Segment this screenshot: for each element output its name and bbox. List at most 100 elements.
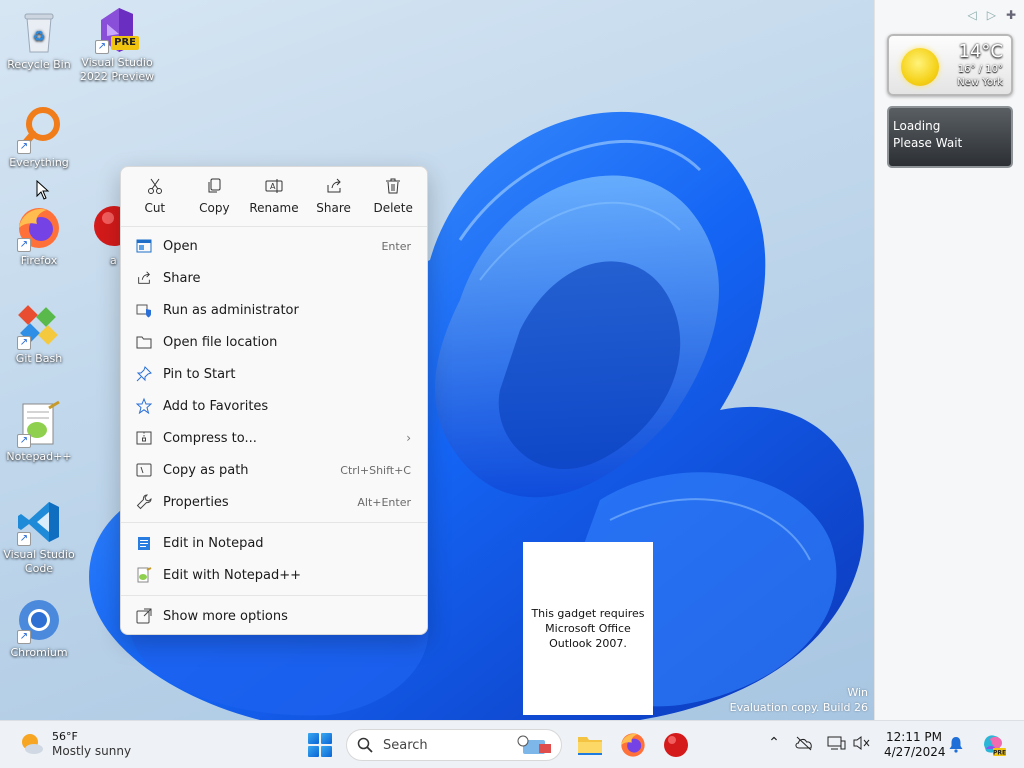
scissors-icon <box>125 177 185 197</box>
desktop-icon-notepad-plus-plus[interactable]: ↗ Notepad++ <box>0 400 78 464</box>
taskbar-file-explorer[interactable] <box>576 731 604 759</box>
menu-item-show-more-options[interactable]: Show more options <box>121 600 427 632</box>
menu-item-edit-with-notepad-plus-plus[interactable]: Edit with Notepad++ <box>121 559 427 591</box>
svg-text:A: A <box>270 182 276 191</box>
folder-icon <box>578 737 602 755</box>
taskbar-clock[interactable]: 12:11 PM 4/27/2024 <box>884 730 946 760</box>
mouse-pointer-icon <box>36 180 50 200</box>
clock-time: 12:11 PM <box>886 730 942 744</box>
notepad-plus-plus-icon <box>135 566 153 584</box>
onedrive-offline-icon[interactable] <box>794 735 814 755</box>
desktop-icon-label: Chromium <box>10 646 68 659</box>
open-window-icon <box>135 237 153 255</box>
sidebar-prev-icon[interactable]: ◁ <box>967 8 976 22</box>
menu-item-pin-to-start[interactable]: Pin to Start <box>121 358 427 390</box>
menu-item-shortcut: Ctrl+Shift+C <box>340 463 411 477</box>
loading-text: Loading <box>893 119 941 133</box>
everything-search-icon: ↗ <box>15 106 63 154</box>
desktop-icon-label: Everything <box>9 156 69 169</box>
network-icon[interactable] <box>826 735 846 755</box>
desktop-icon-red-app[interactable]: a <box>76 204 120 268</box>
taskbar-weather-temp: 56°F <box>52 730 78 743</box>
menu-item-run-as-admin[interactable]: Run as administrator <box>121 294 427 326</box>
taskbar-search-box[interactable]: Search <box>346 729 562 761</box>
desktop-icon-chromium[interactable]: ↗ Chromium <box>0 596 78 660</box>
share-button[interactable]: Share <box>304 177 364 226</box>
sidebar-next-icon[interactable]: ▷ <box>987 8 996 22</box>
please-wait-text: Please Wait <box>893 136 963 150</box>
desktop-icon-firefox[interactable]: ↗ Firefox <box>0 204 78 268</box>
desktop-icon-label: Notepad++ <box>6 450 72 463</box>
menu-item-label: Edit with Notepad++ <box>163 567 302 583</box>
weather-gadget[interactable]: 14°C 16° / 10° New York <box>887 34 1013 96</box>
shortcut-arrow-icon: ↗ <box>17 630 31 644</box>
menu-item-edit-in-notepad[interactable]: Edit in Notepad <box>121 527 427 559</box>
notepad-icon <box>135 534 153 552</box>
quick-actions-bar: Cut Copy A Rename Share Delete <box>121 167 427 227</box>
menu-item-label: Open <box>163 238 198 254</box>
loading-gadget: Loading Please Wait <box>887 106 1013 168</box>
menu-item-compress-to[interactable]: Compress to... › <box>121 422 427 454</box>
weather-range: 16° / 10° <box>957 64 1003 75</box>
search-highlight-icon <box>517 735 551 754</box>
star-icon <box>135 397 153 415</box>
menu-item-label: Compress to... <box>163 430 257 446</box>
menu-items-list: Open Enter Share Run as administrator Op… <box>121 227 427 632</box>
menu-item-label: Properties <box>163 494 229 510</box>
taskbar: 56°F Mostly sunny Search ⌃ 12:11 PM 4/27… <box>0 720 1024 768</box>
menu-item-properties[interactable]: Properties Alt+Enter <box>121 486 427 518</box>
rename-button[interactable]: A Rename <box>244 177 304 226</box>
preview-badge: PRE <box>111 36 139 50</box>
taskbar-weather-widget[interactable]: 56°F Mostly sunny <box>18 729 131 759</box>
desktop-icon-label: Firefox <box>20 254 58 267</box>
share-icon <box>304 177 364 197</box>
menu-item-label: Pin to Start <box>163 366 236 382</box>
chevron-right-icon: › <box>406 431 411 445</box>
delete-label: Delete <box>373 201 413 215</box>
svg-text:♻: ♻ <box>33 29 46 45</box>
weather-temp: 14°C <box>958 41 1003 62</box>
pin-icon <box>135 365 153 383</box>
copilot-preview-icon[interactable]: PRE <box>980 731 1006 757</box>
menu-separator <box>121 522 427 523</box>
firefox-icon: ↗ <box>15 204 63 252</box>
show-hidden-icons-chevron-icon[interactable]: ⌃ <box>764 735 784 755</box>
start-button[interactable] <box>308 733 332 757</box>
rename-icon: A <box>244 177 304 197</box>
taskbar-red-app[interactable] <box>662 731 690 759</box>
outlook-gadget: This gadget requires Microsoft Office Ou… <box>523 542 653 715</box>
menu-item-label: Show more options <box>163 608 288 624</box>
menu-item-add-to-favorites[interactable]: Add to Favorites <box>121 390 427 422</box>
menu-item-share[interactable]: Share <box>121 262 427 294</box>
copy-label: Copy <box>199 201 230 215</box>
notifications-bell-icon[interactable] <box>946 735 966 755</box>
menu-item-label: Run as administrator <box>163 302 299 318</box>
desktop-icon-visual-studio-preview[interactable]: PRE ↗ Visual Studio 2022 Preview <box>78 6 156 84</box>
copy-icon <box>185 177 245 197</box>
shortcut-arrow-icon: ↗ <box>17 434 31 448</box>
menu-item-copy-as-path[interactable]: Copy as path Ctrl+Shift+C <box>121 454 427 486</box>
shield-icon <box>135 301 153 319</box>
vscode-icon: ↗ <box>15 498 63 546</box>
menu-item-open-file-location[interactable]: Open file location <box>121 326 427 358</box>
weather-city: New York <box>957 77 1003 88</box>
delete-button[interactable]: Delete <box>363 177 423 226</box>
partly-sunny-icon <box>22 734 43 754</box>
copy-button[interactable]: Copy <box>185 177 245 226</box>
volume-muted-icon[interactable] <box>852 735 872 755</box>
desktop-icon-label: Visual Studio Code <box>3 548 75 575</box>
menu-item-label: Add to Favorites <box>163 398 269 414</box>
watermark-line2: Evaluation copy. Build 26 <box>729 701 868 714</box>
desktop-icon-git-bash[interactable]: ↗ Git Bash <box>0 302 78 366</box>
desktop-icon-everything[interactable]: ↗ Everything <box>0 106 78 170</box>
sidebar-nav: ◁ ▷ ✚ <box>967 8 1016 22</box>
cut-button[interactable]: Cut <box>125 177 185 226</box>
sidebar-add-icon[interactable]: ✚ <box>1006 8 1016 22</box>
desktop-icon-vscode[interactable]: ↗ Visual Studio Code <box>0 498 78 576</box>
menu-item-open[interactable]: Open Enter <box>121 230 427 262</box>
shortcut-arrow-icon: ↗ <box>17 140 31 154</box>
taskbar-firefox[interactable] <box>619 731 647 759</box>
menu-item-label: Share <box>163 270 201 286</box>
copy-path-icon <box>135 461 153 479</box>
desktop-icon-recycle-bin[interactable]: ♻ Recycle Bin <box>0 8 78 72</box>
